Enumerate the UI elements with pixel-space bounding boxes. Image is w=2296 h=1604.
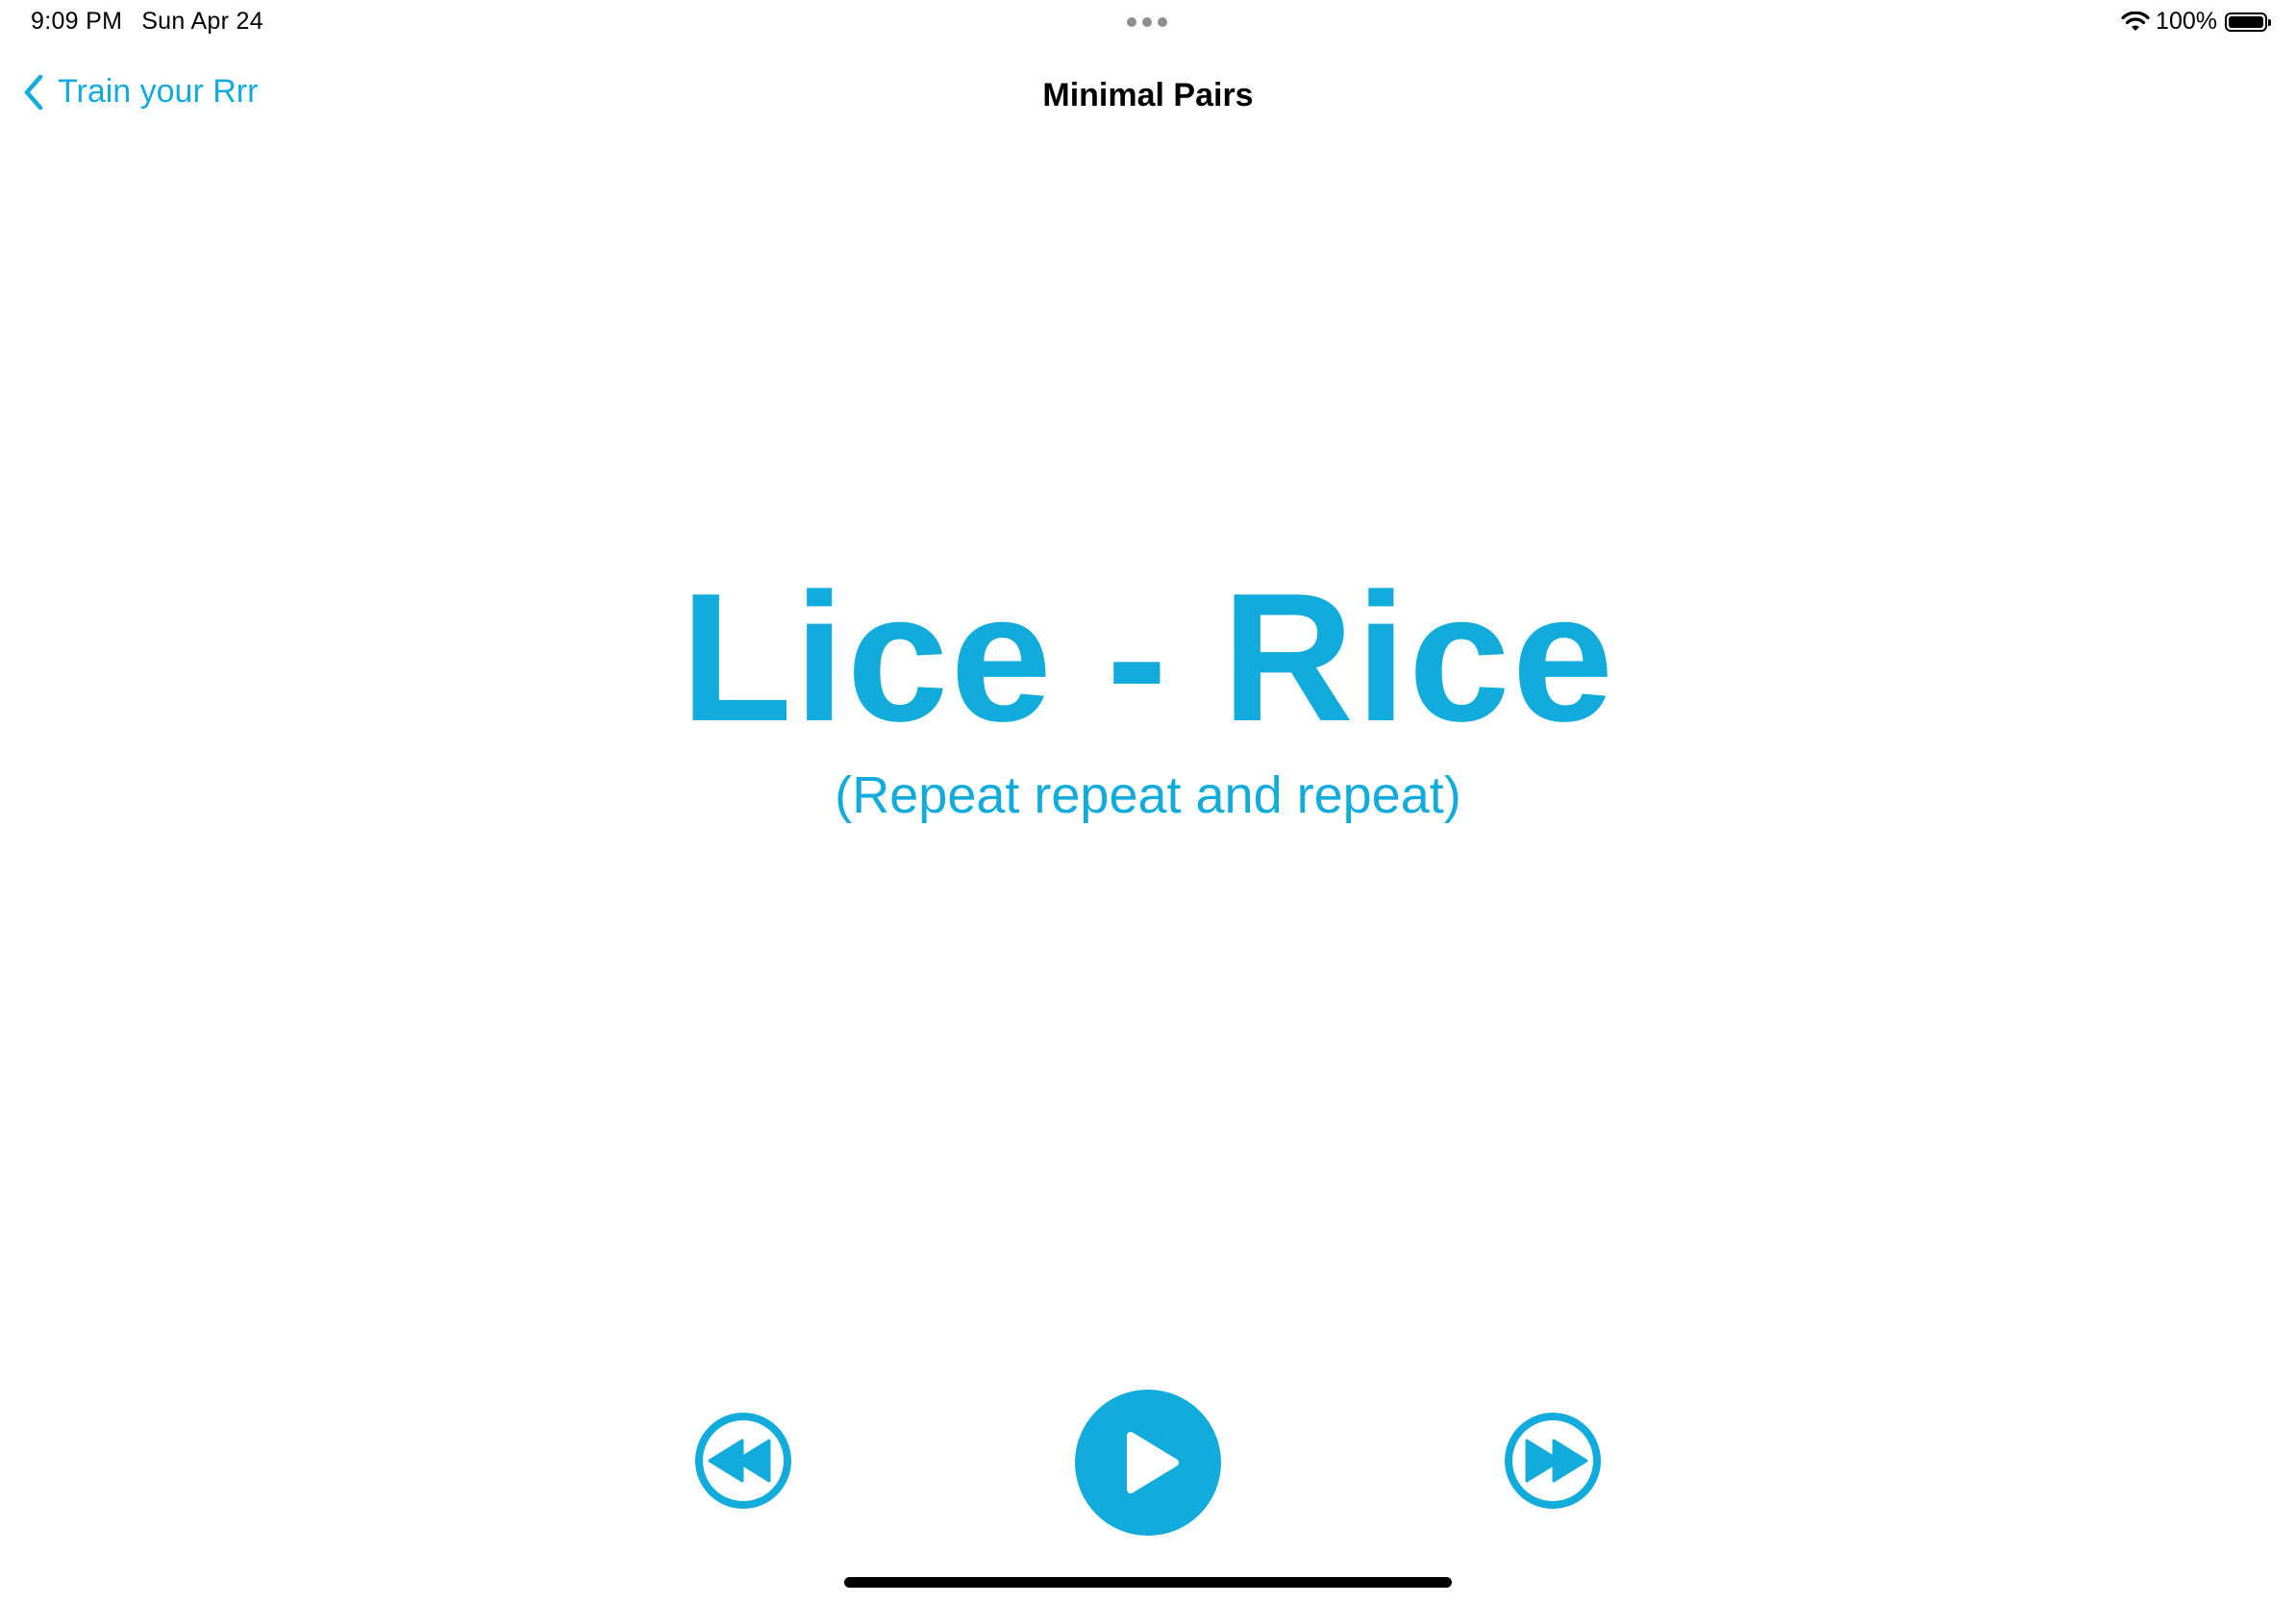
status-time: 9:09 PM — [31, 8, 123, 35]
navigation-bar: Train your Rrr Minimal Pairs — [0, 58, 2296, 135]
status-indicators: 100% — [2121, 8, 2271, 36]
fast-forward-icon — [1505, 1413, 1601, 1509]
rewind-icon — [695, 1413, 791, 1509]
minimal-pair-word: Lice - Rice — [680, 556, 1616, 760]
multitasking-dots-icon[interactable] — [1127, 17, 1167, 27]
status-datetime: 9:09 PM Sun Apr 24 — [31, 8, 263, 36]
play-icon — [1075, 1390, 1221, 1536]
next-button[interactable] — [1504, 1412, 1602, 1510]
instruction-text: (Repeat repeat and repeat) — [835, 766, 1461, 824]
wifi-icon — [2121, 11, 2150, 31]
home-indicator[interactable] — [844, 1577, 1452, 1588]
status-date: Sun Apr 24 — [141, 8, 263, 35]
minimal-pairs-screen: 9:09 PM Sun Apr 24 100% Train your Rrr M… — [0, 0, 2296, 1604]
status-bar: 9:09 PM Sun Apr 24 100% — [0, 0, 2296, 46]
battery-icon — [2225, 12, 2271, 32]
battery-percentage: 100% — [2156, 8, 2217, 35]
play-button[interactable] — [1075, 1390, 1221, 1536]
page-title: Minimal Pairs — [1042, 77, 1254, 113]
previous-button[interactable] — [694, 1412, 792, 1510]
